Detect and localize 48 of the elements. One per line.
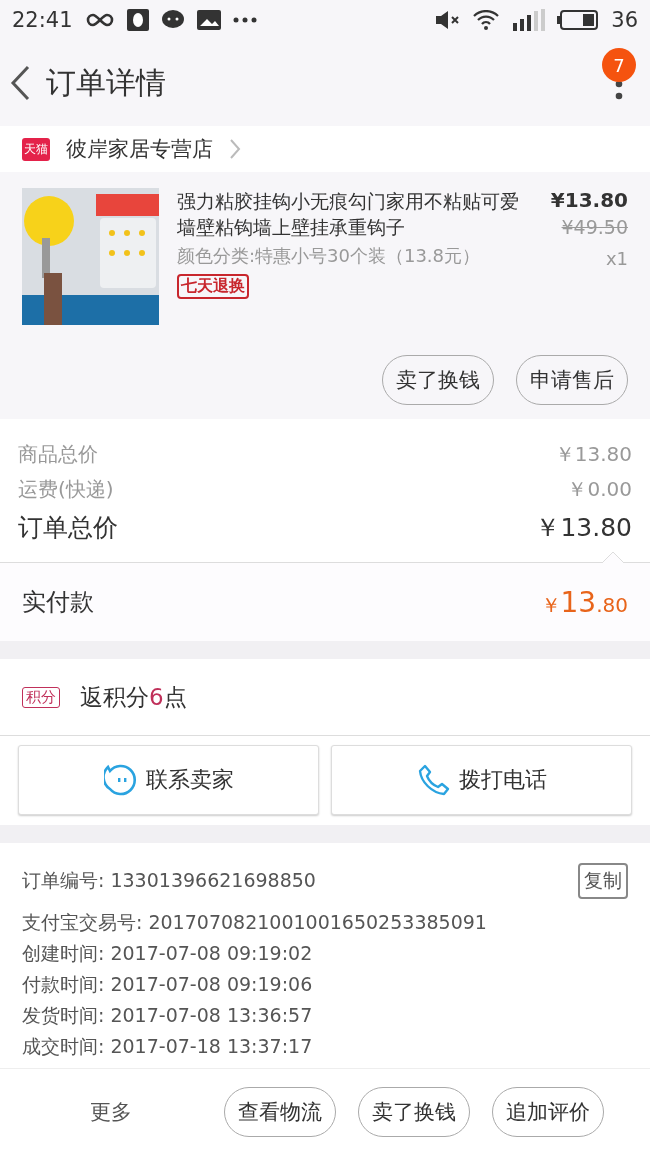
- pill-button[interactable]: 查看物流: [224, 1087, 336, 1137]
- notification-badge: 7: [602, 48, 636, 82]
- order-info-line: 创建时间: 2017-07-08 09:19:02: [22, 941, 313, 966]
- points-tag: 积分: [22, 686, 60, 708]
- wifi-icon: [473, 10, 500, 30]
- total-value: ￥13.80: [554, 441, 632, 468]
- store-name[interactable]: 彼岸家居专营店: [66, 135, 213, 163]
- pill-button[interactable]: 卖了换钱: [382, 355, 494, 405]
- total-label: 商品总价: [18, 441, 98, 468]
- total-value: ￥13.80: [535, 512, 632, 544]
- product-title: 强力粘胶挂钩小无痕勾门家用不粘贴可爱墙壁粘钩墙上壁挂承重钩子: [177, 189, 520, 240]
- product-quantity: x1: [605, 248, 628, 269]
- battery-icon: [557, 9, 600, 31]
- product-price: ¥13.80: [550, 188, 628, 212]
- page-title: 订单详情: [46, 63, 166, 102]
- order-info-line: 订单编号: 13301396621698850: [22, 868, 316, 893]
- points-text: 返积分6点: [80, 682, 187, 712]
- phone-icon: [416, 763, 451, 797]
- order-info-line: 付款时间: 2017-07-08 09:19:06: [22, 972, 313, 997]
- pill-button[interactable]: 申请售后: [516, 355, 628, 405]
- total-value: ￥0.00: [567, 476, 632, 503]
- status-time: 22:41: [12, 8, 73, 32]
- tmall-tag: 天猫: [22, 137, 50, 161]
- more-link[interactable]: 更多: [90, 1098, 132, 1126]
- chat-bubble-icon: [103, 763, 138, 797]
- signal-icon: [511, 9, 546, 31]
- paid-amount: ￥13.80: [540, 585, 628, 619]
- total-label: 运费(快递): [18, 476, 114, 503]
- order-info-line: 成交时间: 2017-07-18 13:37:17: [22, 1034, 313, 1059]
- total-label: 订单总价: [18, 512, 118, 544]
- paid-label: 实付款: [22, 587, 94, 618]
- pill-button[interactable]: 卖了换钱: [358, 1087, 470, 1137]
- original-price: ¥49.50: [561, 216, 628, 238]
- mute-icon: [435, 10, 462, 30]
- copy-button[interactable]: 复制: [578, 863, 628, 899]
- infinity-icon: [84, 12, 115, 28]
- pill-button[interactable]: 追加评价: [492, 1087, 604, 1137]
- contact-button[interactable]: 拨打电话: [331, 745, 632, 815]
- product-sku: 颜色分类:特惠小号30个装（13.8元）: [177, 244, 482, 268]
- image-icon: [196, 10, 221, 30]
- more-icon: [232, 17, 257, 23]
- order-info-line: 发货时间: 2017-07-08 13:36:57: [22, 1003, 313, 1028]
- contact-button[interactable]: 联系卖家: [18, 745, 319, 815]
- return-policy-tag: 七天退换: [177, 274, 249, 299]
- back-icon[interactable]: [10, 65, 30, 101]
- battery-level: 36: [611, 8, 638, 32]
- chat-icon: [160, 9, 185, 31]
- order-info-line: 支付宝交易号: 2017070821001001650253385091: [22, 910, 487, 935]
